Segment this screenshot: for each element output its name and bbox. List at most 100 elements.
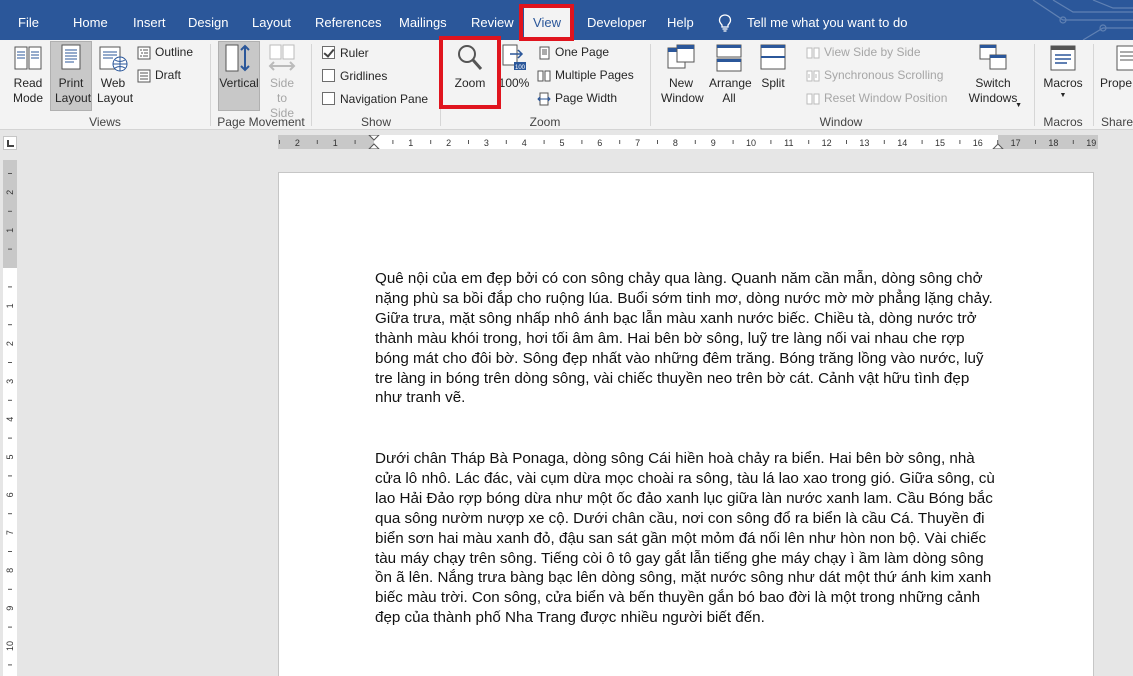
vruler-number: 6 [5, 492, 15, 497]
print-layout-label: Print Layout [55, 76, 92, 105]
switch-windows-button[interactable]: Switch Windows ▼ [962, 42, 1024, 109]
ruler-number: 5 [559, 138, 564, 148]
split-button[interactable]: Split [756, 42, 790, 91]
ruler-check-box[interactable] [322, 46, 335, 60]
navigation-pane-checkbox[interactable]: Navigation Pane [322, 89, 428, 109]
one-page-label: One Page [555, 45, 610, 59]
draft-icon [137, 69, 151, 83]
tab-view[interactable]: View [524, 6, 570, 40]
ruler-number: 15 [935, 138, 945, 148]
show-group-label: Show [360, 115, 392, 129]
tell-me-search[interactable]: Tell me what you want to do [718, 0, 907, 40]
zoom-100-button[interactable]: 100 100% [498, 42, 530, 91]
tab-review[interactable]: Review [465, 0, 520, 40]
outline-button[interactable]: Outline [137, 42, 193, 62]
vertical-ruler[interactable]: 2 1 1 2 3 4 5 6 7 8 9 10 [3, 160, 17, 676]
tab-insert[interactable]: Insert [127, 0, 172, 40]
ruler-number: 4 [522, 138, 527, 148]
gridlines-check-box[interactable] [322, 69, 335, 83]
ruler-number: 19 [1086, 138, 1096, 148]
tab-help[interactable]: Help [661, 0, 700, 40]
ruler-number: 2 [446, 138, 451, 148]
synchronous-scrolling-button[interactable]: Synchronous Scrolling [806, 65, 943, 85]
print-layout-button[interactable]: Print Layout [50, 41, 92, 111]
document-paragraph-2[interactable]: Dưới chân Tháp Bà Ponaga, dòng sông Cái … [375, 449, 999, 628]
sharepoint-group-label: ShareP [1101, 115, 1133, 129]
ruler-number: 16 [973, 138, 983, 148]
multiple-pages-icon [537, 70, 551, 82]
right-indent-marker[interactable] [992, 143, 1004, 149]
macros-group-label: Macros [1043, 115, 1083, 129]
dropdown-arrow-icon: ▼ [1059, 92, 1067, 99]
view-side-by-side-button[interactable]: View Side by Side [806, 42, 921, 62]
ruler-number: 9 [711, 138, 716, 148]
page-width-icon [537, 92, 551, 106]
arrange-all-button[interactable]: Arrange All [706, 42, 752, 106]
ribbon-tab-bar: File Home Insert Design Layout Reference… [0, 0, 1133, 40]
draft-button[interactable]: Draft [137, 65, 181, 85]
ruler-number: 10 [746, 138, 756, 148]
svg-text:100: 100 [515, 65, 526, 71]
properties-button[interactable]: Prope [1100, 42, 1133, 91]
tab-mailings[interactable]: Mailings [393, 0, 453, 40]
page-width-button[interactable]: Page Width [537, 88, 617, 108]
tab-home[interactable]: Home [67, 0, 114, 40]
one-page-button[interactable]: One Page [537, 42, 609, 62]
horizontal-ruler[interactable]: 2 1 1 2 3 4 5 6 7 8 9 10 11 12 13 14 15 16 17 18 19 [278, 135, 1098, 149]
group-separator [210, 44, 211, 126]
side-by-side-icon [806, 47, 820, 59]
ruler-number: 1 [408, 138, 413, 148]
vruler-ticks: 2 1 1 2 3 4 5 6 7 8 9 10 [5, 173, 15, 666]
views-group-label: Views [89, 115, 121, 129]
read-mode-label: Read Mode [12, 76, 44, 105]
outline-label: Outline [155, 45, 194, 59]
switch-windows-icon [979, 44, 1007, 70]
document-paragraph-1[interactable]: Quê nội của em đẹp bởi có con sông chảy … [375, 269, 999, 408]
ruler-checkbox[interactable]: Ruler [322, 43, 369, 63]
ruler-number: 3 [484, 138, 489, 148]
tab-design[interactable]: Design [182, 0, 234, 40]
group-separator [311, 44, 312, 126]
tell-me-text: Tell me what you want to do [747, 15, 908, 30]
document-page[interactable]: Quê nội của em đẹp bởi có con sông chảy … [278, 172, 1094, 676]
ruler-number: 8 [673, 138, 678, 148]
dropdown-arrow-icon: ▼ [1015, 102, 1022, 109]
vruler-number: 3 [5, 379, 15, 384]
ruler-number: 1 [333, 138, 338, 148]
multiple-pages-button[interactable]: Multiple Pages [537, 65, 634, 85]
tab-references[interactable]: References [309, 0, 387, 40]
left-indent-marker[interactable] [368, 135, 380, 149]
properties-label: Prope [1100, 76, 1133, 90]
reset-window-icon [806, 93, 820, 105]
tab-selector[interactable] [3, 136, 17, 150]
reset-window-position-button[interactable]: Reset Window Position [806, 88, 947, 108]
tab-layout[interactable]: Layout [246, 0, 297, 40]
tab-file[interactable]: File [12, 0, 45, 40]
ruler-number: 17 [1011, 138, 1021, 148]
ruler-number: 6 [597, 138, 602, 148]
side-to-side-button[interactable]: Side to Side [262, 42, 302, 121]
page-width-label: Page Width [555, 91, 618, 105]
macros-button[interactable]: Macros ▼ [1040, 42, 1086, 101]
zoom-group-label: Zoom [529, 115, 561, 129]
tab-developer[interactable]: Developer [581, 0, 652, 40]
new-window-button[interactable]: New Window [658, 42, 704, 106]
ribbon-view: Read Mode Print Layout Web Layout Outlin… [0, 36, 1133, 130]
split-label: Split [761, 76, 785, 90]
vertical-button[interactable]: Vertical [218, 41, 260, 111]
zoom-button[interactable]: Zoom [447, 42, 493, 91]
reset-window-position-label: Reset Window Position [824, 91, 948, 105]
group-separator [440, 44, 441, 126]
magnifier-icon [458, 45, 483, 70]
vruler-number: 10 [5, 641, 15, 651]
read-mode-button[interactable]: Read Mode [6, 42, 50, 106]
group-separator [650, 44, 651, 126]
vruler-number: 5 [5, 454, 15, 459]
circuit-pattern-decoration [1032, 0, 1133, 40]
web-layout-button[interactable]: Web Layout [94, 42, 133, 106]
print-layout-icon [61, 44, 81, 70]
ruler-number: 11 [784, 138, 793, 148]
navigation-pane-check-box[interactable] [322, 92, 335, 106]
gridlines-checkbox[interactable]: Gridlines [322, 66, 387, 86]
vruler-number: 4 [5, 417, 15, 422]
